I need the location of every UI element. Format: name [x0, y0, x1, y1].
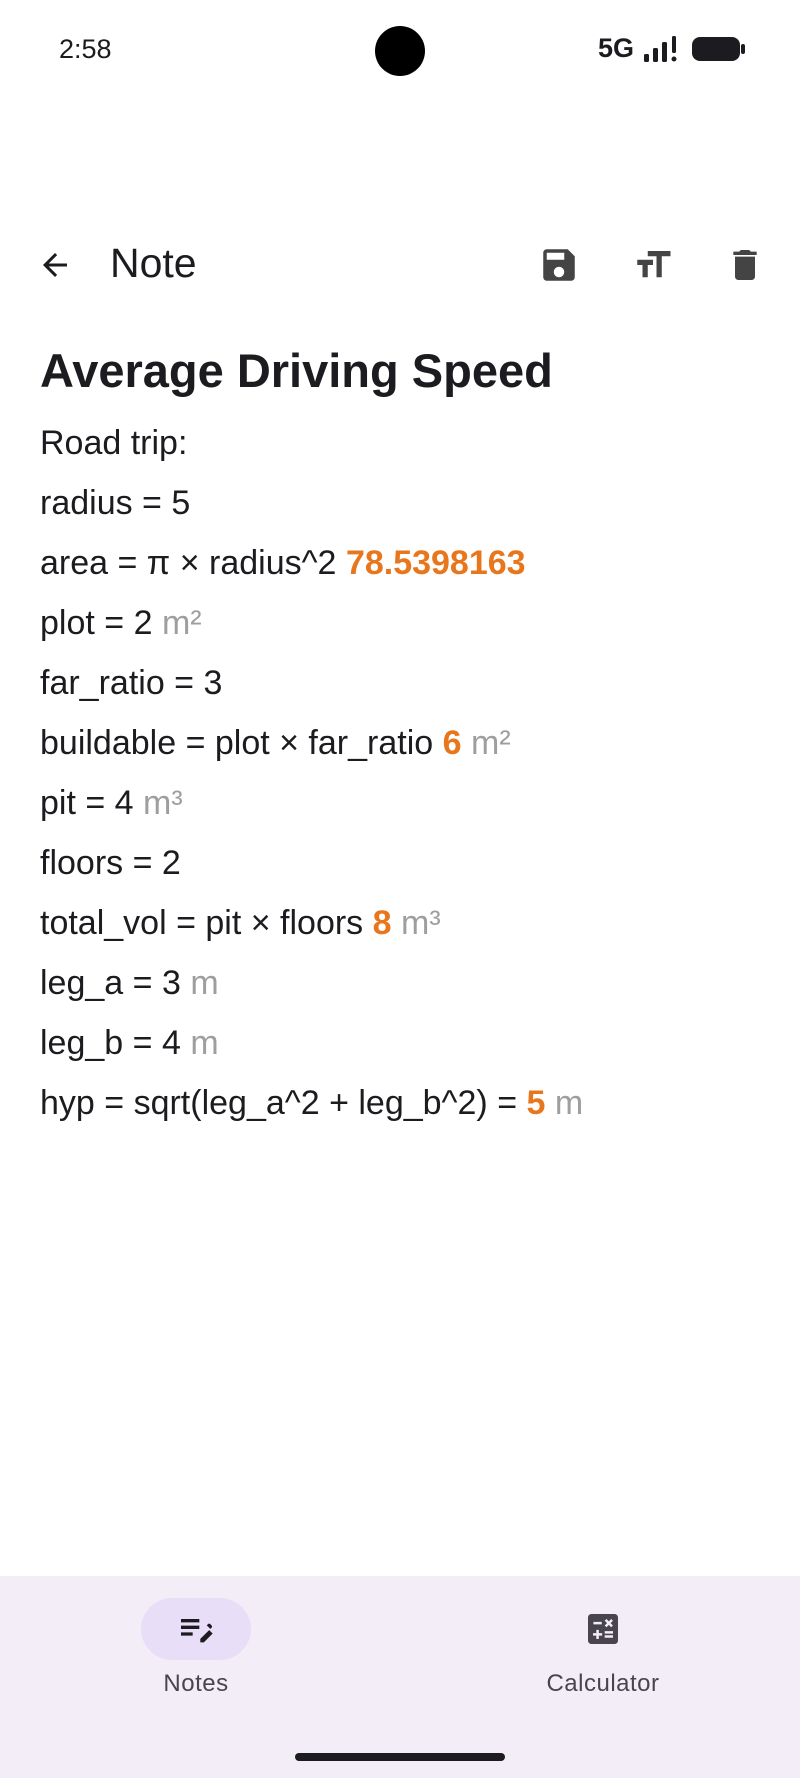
battery-icon [692, 36, 745, 61]
notes-edit-icon [181, 1619, 213, 1643]
note-screen: 2:58 5G Note Average Driving Speed Road … [0, 0, 800, 1778]
note-line[interactable]: buildable = plot × far_ratio 6 m² [40, 720, 760, 780]
camera-cutout [375, 26, 425, 76]
note-title[interactable]: Average Driving Speed [40, 343, 553, 398]
top-app-bar: Note [0, 220, 800, 310]
line-expression: radius = 5 [40, 484, 191, 522]
back-arrow-icon [43, 253, 67, 277]
line-expression: Road trip: [40, 424, 188, 462]
line-expression: total_vol = pit × floors [40, 904, 364, 942]
nav-label-notes: Notes [163, 1670, 229, 1697]
status-icons: 5G [598, 33, 746, 64]
line-result: 6 [442, 724, 462, 762]
line-unit: m [190, 1024, 219, 1062]
home-indicator[interactable] [295, 1753, 505, 1761]
calculator-icon [588, 1614, 618, 1644]
line-expression: buildable = plot × far_ratio [40, 724, 434, 762]
bottom-navigation: Notes Calculator [0, 1576, 800, 1778]
line-unit: m [554, 1084, 584, 1122]
note-line[interactable]: radius = 5 [40, 480, 760, 540]
line-unit: m [190, 964, 219, 1002]
line-expression: area = π × radius^2 [40, 544, 337, 582]
status-bar: 2:58 5G [0, 0, 800, 100]
line-expression: far_ratio = 3 [40, 664, 223, 702]
line-result: 78.5398163 [345, 544, 526, 582]
delete-icon [733, 250, 757, 280]
line-unit: m² [471, 724, 511, 762]
save-icon [543, 249, 575, 281]
line-result: 5 [526, 1084, 546, 1122]
note-body-editor[interactable]: Road trip: radius = 5 area = π × radius^2 … [40, 420, 760, 1140]
line-result: 8 [372, 904, 392, 942]
note-line[interactable]: hyp = sqrt(leg_a^2 + leg_b^2) = 5 m [40, 1080, 760, 1140]
note-line[interactable]: pit = 4 m³ [40, 780, 760, 840]
note-line[interactable]: floors = 2 [40, 840, 760, 900]
back-button[interactable] [28, 238, 82, 292]
note-line[interactable]: total_vol = pit × floors 8 m³ [40, 900, 760, 960]
line-expression: leg_a = 3 [40, 964, 181, 1002]
save-button[interactable] [532, 238, 586, 292]
note-line[interactable]: area = π × radius^2 78.5398163 [40, 540, 760, 600]
nav-item-calculator[interactable]: Calculator [493, 1598, 713, 1698]
line-expression: hyp = sqrt(leg_a^2 + leg_b^2) = [40, 1084, 518, 1122]
nav-indicator [548, 1598, 658, 1660]
page-title: Note [110, 240, 197, 286]
network-type-label: 5G [597, 33, 634, 63]
nav-item-notes[interactable]: Notes [86, 1598, 306, 1698]
text-size-icon [637, 251, 671, 278]
nav-label-calculator: Calculator [546, 1670, 660, 1697]
line-expression: plot = 2 [40, 604, 153, 642]
line-unit: m² [161, 604, 202, 642]
text-size-button[interactable] [626, 238, 680, 292]
line-expression: floors = 2 [40, 844, 181, 882]
note-line[interactable]: leg_a = 3 m [40, 960, 760, 1020]
line-unit: m³ [401, 904, 441, 942]
note-line[interactable]: far_ratio = 3 [40, 660, 760, 720]
status-time: 2:58 [59, 34, 112, 64]
delete-button[interactable] [718, 238, 772, 292]
note-line[interactable]: Road trip: [40, 420, 760, 480]
line-expression: pit = 4 [40, 784, 134, 822]
nav-active-indicator [141, 1598, 251, 1660]
line-expression: leg_b = 4 [40, 1024, 181, 1062]
note-line[interactable]: leg_b = 4 m [40, 1020, 760, 1080]
note-line[interactable]: plot = 2 m² [40, 600, 760, 660]
line-unit: m³ [143, 784, 183, 822]
signal-icon [644, 35, 677, 62]
